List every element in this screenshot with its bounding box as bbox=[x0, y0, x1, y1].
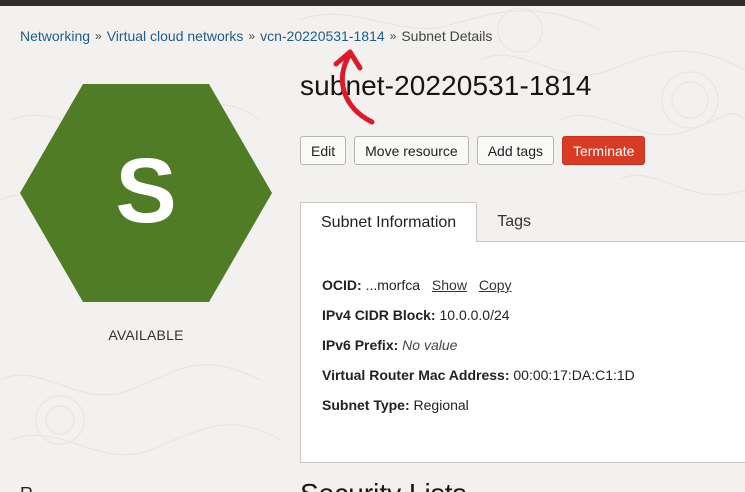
breadcrumb-current: Subnet Details bbox=[401, 28, 493, 44]
subnet-type-label: Subnet Type: bbox=[322, 397, 410, 413]
ocid-value: ...morfca bbox=[365, 277, 421, 293]
top-bar bbox=[0, 0, 745, 6]
subnet-hexagon-icon: S bbox=[20, 84, 272, 302]
breadcrumb-separator-icon: » bbox=[248, 29, 256, 43]
terminate-button[interactable]: Terminate bbox=[561, 136, 646, 165]
tab-subnet-information[interactable]: Subnet Information bbox=[300, 202, 478, 242]
ocid-label: OCID: bbox=[322, 277, 362, 293]
resources-heading: R bbox=[20, 484, 33, 492]
ipv4-label: IPv4 CIDR Block: bbox=[322, 307, 436, 323]
ocid-copy-link[interactable]: Copy bbox=[479, 277, 512, 293]
breadcrumb-separator-icon: » bbox=[389, 29, 397, 43]
ocid-show-link[interactable]: Show bbox=[432, 277, 467, 293]
subnet-information-panel: OCID: ...morfca Show Copy IPv4 CIDR Bloc… bbox=[300, 241, 745, 463]
subnet-type-row: Subnet Type: Regional bbox=[322, 397, 469, 413]
ipv6-value: No value bbox=[402, 337, 458, 353]
add-tags-button[interactable]: Add tags bbox=[476, 136, 554, 165]
breadcrumb-vcn[interactable]: vcn-20220531-1814 bbox=[260, 28, 385, 44]
ipv6-row: IPv6 Prefix: No value bbox=[322, 337, 457, 353]
lifecycle-status: AVAILABLE bbox=[108, 327, 184, 343]
tab-tags[interactable]: Tags bbox=[477, 202, 551, 242]
ocid-row: OCID: ...morfca Show Copy bbox=[322, 277, 512, 293]
action-bar: Edit Move resource Add tags Terminate bbox=[300, 136, 646, 165]
breadcrumb-networking[interactable]: Networking bbox=[20, 28, 90, 44]
security-lists-heading: Security Lists bbox=[300, 478, 467, 492]
breadcrumb: Networking » Virtual cloud networks » vc… bbox=[20, 28, 492, 44]
page-title: subnet-20220531-1814 bbox=[300, 70, 592, 101]
hexagon-letter: S bbox=[115, 140, 176, 242]
edit-button[interactable]: Edit bbox=[300, 136, 347, 165]
ipv4-value: 10.0.0.0/24 bbox=[439, 307, 510, 323]
breadcrumb-separator-icon: » bbox=[95, 29, 102, 43]
ipv6-label: IPv6 Prefix: bbox=[322, 337, 399, 353]
subnet-type-value: Regional bbox=[413, 397, 469, 413]
move-resource-button[interactable]: Move resource bbox=[354, 136, 469, 165]
detail-tabs: Subnet Information Tags bbox=[300, 202, 551, 242]
virtual-router-mac-row: Virtual Router Mac Address: 00:00:17:DA:… bbox=[322, 367, 635, 383]
virtual-router-mac-value: 00:00:17:DA:C1:1D bbox=[513, 367, 635, 383]
virtual-router-mac-label: Virtual Router Mac Address: bbox=[322, 367, 510, 383]
breadcrumb-virtual-cloud-networks[interactable]: Virtual cloud networks bbox=[107, 28, 244, 44]
ipv4-row: IPv4 CIDR Block: 10.0.0.0/24 bbox=[322, 307, 510, 323]
